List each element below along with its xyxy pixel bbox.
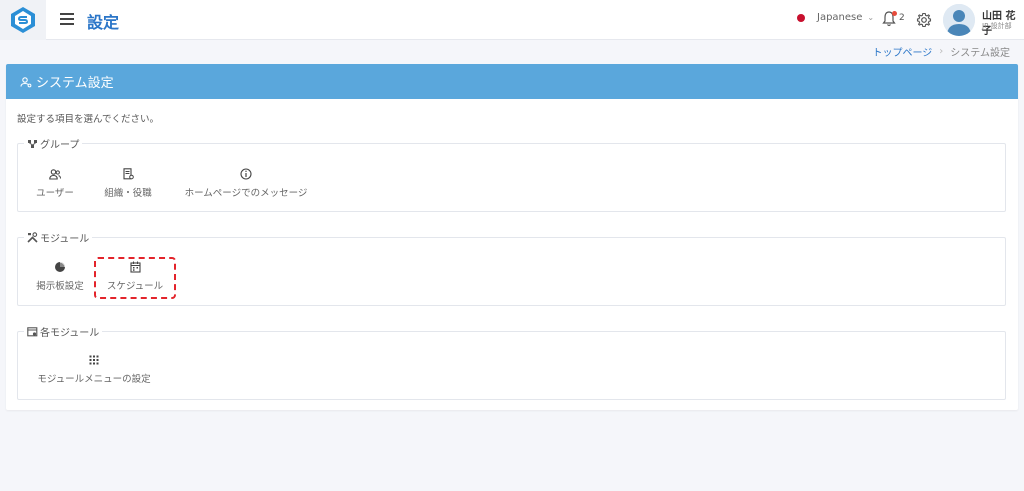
info-icon <box>240 168 252 180</box>
chevron-down-icon: ⌄ <box>867 13 875 22</box>
users-cog-icon <box>20 76 32 87</box>
breadcrumb-separator: › <box>939 46 944 57</box>
notification-button[interactable]: 2 <box>882 11 906 29</box>
pie-chart-icon <box>55 262 65 272</box>
system-settings-panel: システム設定 設定する項目を選んでください。 グループ ユーザー 組織・役職 ホ… <box>6 64 1018 410</box>
module-menu-setting-item[interactable]: モジュールメニューの設定 <box>34 354 154 385</box>
tools-icon <box>27 232 38 243</box>
module-legend-label: モジュール <box>40 234 90 245</box>
sitemap-icon <box>28 139 37 148</box>
instruction-text: 設定する項目を選んでください。 <box>17 114 160 125</box>
breadcrumb: トップページ › システム設定 <box>872 44 1010 59</box>
homepage-message-setting-item[interactable]: ホームページでのメッセージ <box>182 168 310 199</box>
group-legend-label: グループ <box>40 140 80 151</box>
grid-icon <box>89 355 99 365</box>
group-legend: グループ <box>24 136 82 151</box>
users-setting-label: ユーザー <box>36 188 74 199</box>
bulletin-board-setting-label: 掲示板設定 <box>36 281 84 292</box>
logo-icon <box>11 7 35 33</box>
breadcrumb-home-link[interactable]: トップページ <box>872 44 932 59</box>
language-label: Japanese <box>817 12 863 23</box>
japan-flag-icon <box>797 13 805 22</box>
each-module-legend-label: 各モジュール <box>40 328 100 339</box>
settings-gear-icon[interactable] <box>916 12 932 28</box>
notification-count: 2 <box>899 13 905 23</box>
group-section: グループ <box>17 136 1006 212</box>
each-module-section: 各モジュール <box>17 324 1006 400</box>
top-header: 設定 Japanese ⌄ 2 山田 花子 JP-設計部 <box>0 0 1024 40</box>
users-setting-item[interactable]: ユーザー <box>32 168 78 199</box>
notification-dot <box>892 11 897 16</box>
module-menu-setting-label: モジュールメニューの設定 <box>37 374 151 385</box>
org-position-setting-item[interactable]: 組織・役職 <box>100 168 156 199</box>
homepage-message-setting-label: ホームページでのメッセージ <box>184 188 308 199</box>
hamburger-menu-icon[interactable] <box>60 13 74 25</box>
org-doc-icon <box>122 168 134 180</box>
page-title: 設定 <box>87 13 120 32</box>
user-department: JP-設計部 <box>982 22 1012 30</box>
window-settings-icon <box>27 326 38 336</box>
language-selector[interactable]: Japanese ⌄ <box>797 12 874 23</box>
user-avatar-icon <box>943 4 975 36</box>
module-legend: モジュール <box>24 230 92 245</box>
org-position-setting-label: 組織・役職 <box>104 188 152 199</box>
app-logo[interactable] <box>0 0 46 40</box>
users-icon <box>49 168 61 180</box>
schedule-highlight-box <box>94 257 176 299</box>
bulletin-board-setting-item[interactable]: 掲示板設定 <box>34 261 86 292</box>
panel-title: システム設定 <box>36 76 114 91</box>
breadcrumb-current: システム設定 <box>950 48 1010 59</box>
panel-header: システム設定 <box>6 64 1018 99</box>
user-avatar[interactable] <box>943 4 975 36</box>
each-module-legend: 各モジュール <box>24 324 102 339</box>
